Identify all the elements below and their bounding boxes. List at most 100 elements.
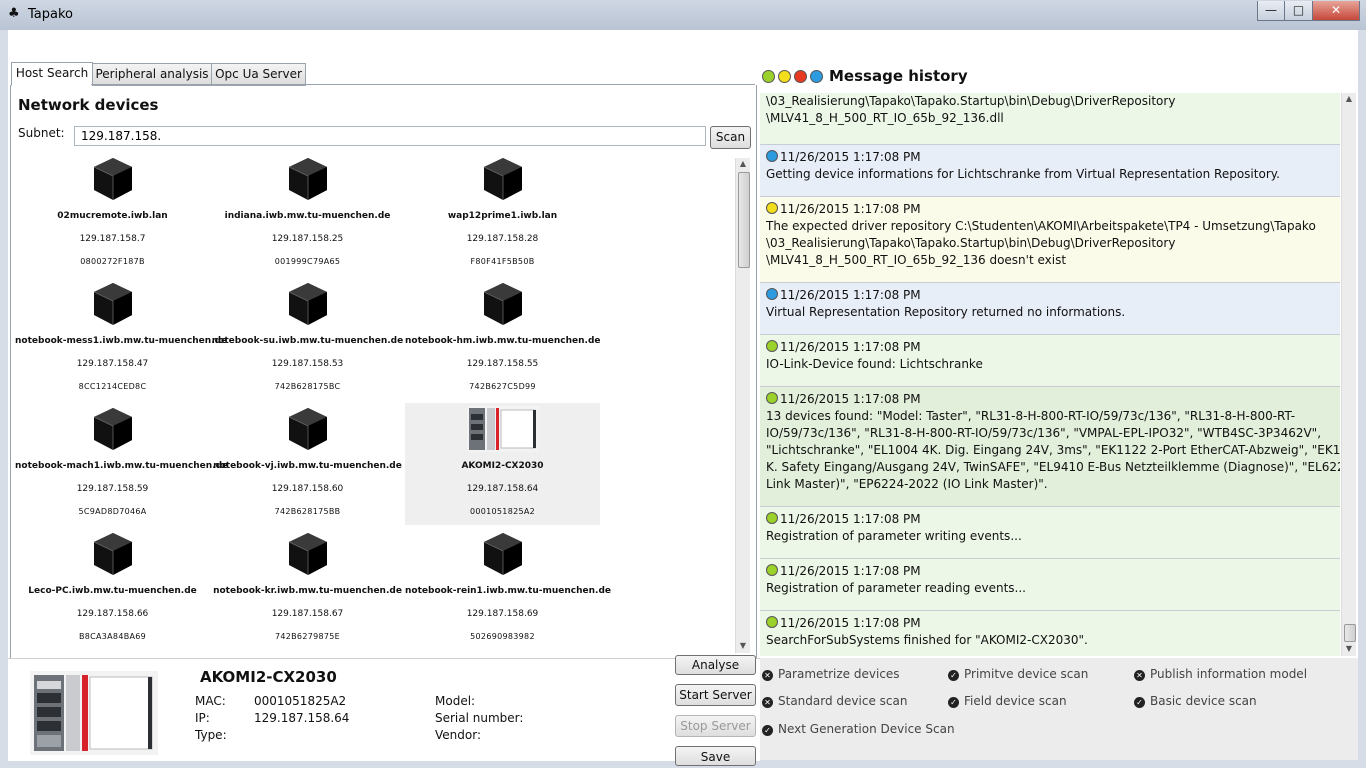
tab-opc-ua-server[interactable]: Opc Ua Server [211,63,306,86]
device-item[interactable]: notebook-kr.iwb.mw.tu-muenchen.de 129.187… [210,528,405,650]
status-dot-red-icon[interactable] [794,70,807,83]
message-text: Virtual Representation Repository return… [766,305,1126,319]
device-name: Leco-PC.iwb.mw.tu-muenchen.de [28,586,197,596]
device-ip: 129.187.158.7 [79,234,146,244]
detail-mac-label: MAC: [195,694,226,708]
device-item[interactable]: 02mucremote.iwb.lan 129.187.158.7 0800272F… [15,153,210,275]
device-item[interactable]: Leco-PC.iwb.mw.tu-muenchen.de 129.187.158… [15,528,210,650]
scan-button[interactable]: Scan [710,126,751,149]
close-button[interactable]: ✕ [1312,1,1360,21]
scrollbar-thumb[interactable] [1344,624,1356,642]
device-ip: 129.187.158.60 [271,484,344,494]
device-mac: 742B628175BB [274,507,341,516]
device-mac: 0800272F187B [80,257,145,266]
scroll-up-icon[interactable]: ▲ [736,158,750,170]
scroll-down-icon[interactable]: ▼ [1342,643,1356,655]
scan-option-checkbox[interactable]: ✓ Next Generation Device Scan [762,722,955,736]
network-device-icon [480,156,526,202]
device-item[interactable]: notebook-su.iwb.mw.tu-muenchen.de 129.187… [210,278,405,400]
device-item[interactable]: notebook-vj.iwb.mw.tu-muenchen.de 129.187… [210,403,405,525]
message-timestamp-row: 11/26/2015 1:17:08 PM [766,615,1340,632]
message-timestamp: 11/26/2015 1:17:08 PM [780,512,921,526]
stop-server-button[interactable]: Stop Server [675,715,756,737]
device-mac: 001999C79A65 [274,257,341,266]
device-mac: 742B627C5D99 [469,382,536,391]
detail-vendor-label: Vendor: [435,728,481,742]
device-name: wap12prime1.iwb.lan [447,211,558,221]
scan-option-checkbox[interactable]: ✓ Field device scan [948,694,1067,708]
scan-option-label: Standard device scan [778,694,908,708]
device-ip: 129.187.158.55 [466,359,539,369]
message-history-scrollbar[interactable]: ▲ ▼ [1341,93,1356,656]
message-timestamp: 11/26/2015 1:17:08 PM [780,564,921,578]
device-ip: 129.187.158.53 [271,359,344,369]
scan-option-checkbox[interactable]: ✓ Basic device scan [1134,694,1257,708]
check-icon: ✓ [948,697,959,708]
scan-option-label: Field device scan [964,694,1067,708]
device-mac: B8CA3A84BA69 [78,632,147,641]
device-name: notebook-rein1.iwb.mw.tu-muenchen.de [405,586,611,596]
scan-option-label: Primitve device scan [964,667,1089,681]
device-detail-panel [8,658,760,761]
scrollbar-thumb[interactable] [738,172,750,268]
tab-host-search[interactable]: Host Search [11,62,93,86]
device-item[interactable]: notebook-mess1.iwb.mw.tu-muenchen.de 129.… [15,278,227,400]
device-item[interactable]: wap12prime1.iwb.lan 129.187.158.28 F80F41F… [405,153,600,275]
scroll-up-icon[interactable]: ▲ [1342,93,1356,105]
start-server-button[interactable]: Start Server [675,684,756,706]
device-ip: 129.187.158.66 [76,609,149,619]
device-item[interactable]: AKOMI2-CX2030 129.187.158.64 0001051825A2 [405,403,600,525]
scan-option-checkbox[interactable]: ✓ Primitve device scan [948,667,1088,681]
message-text: 13 devices found: "Model: Taster", "RL31… [766,409,1296,423]
window-title: Tapako [28,7,73,22]
message-text: "Lichtschranke", "EL1004 4K. Dig. Eingan… [766,443,1340,457]
device-item[interactable]: notebook-hm.iwb.mw.tu-muenchen.de 129.187… [405,278,601,400]
message-entry: 11/26/2015 1:17:08 PM Getting device info… [760,145,1340,197]
network-device-icon [285,531,331,577]
message-timestamp: 11/26/2015 1:17:08 PM [780,288,921,302]
message-entry: \03_Realisierung\Tapako\Tapako.Startup\b… [760,93,1340,145]
status-dot-blue-icon[interactable] [810,70,823,83]
detail-device-title: AKOMI2-CX2030 [200,668,337,686]
tab-peripheral-analysis[interactable]: Peripheral analysis [92,63,212,86]
message-text: K. Safety Eingang/Ausgang 24V, TwinSAFE"… [766,460,1340,474]
subnet-input[interactable] [74,126,706,146]
message-text: IO-Link-Device found: Lichtschranke [766,357,983,371]
device-name: indiana.iwb.mw.tu-muenchen.de [224,211,391,221]
status-dot-green-icon [766,512,778,524]
status-dot-green-icon [766,616,778,628]
device-item[interactable]: indiana.iwb.mw.tu-muenchen.de 129.187.158… [210,153,405,275]
minimize-button[interactable]: — [1257,1,1285,21]
device-item[interactable]: notebook-mach1.iwb.mw.tu-muenchen.de 129.… [15,403,228,525]
device-list-scrollbar[interactable]: ▲ ▼ [735,158,750,653]
message-timestamp-row: 11/26/2015 1:17:08 PM [766,149,1340,166]
message-text: \MLV41_8_H_500_RT_IO_65b_92_136 doesn't … [766,253,1067,267]
scan-option-checkbox[interactable]: ✕ Publish information model [1134,667,1307,681]
status-dot-green-icon[interactable] [762,70,775,83]
message-entry: 11/26/2015 1:17:08 PM Virtual Representat… [760,283,1340,335]
scroll-down-icon[interactable]: ▼ [736,640,750,652]
status-dot-green-icon [766,564,778,576]
network-device-icon [90,281,136,327]
message-timestamp-row: 11/26/2015 1:17:08 PM [766,511,1340,528]
window-titlebar: ♣ Tapako — □ ✕ [0,0,1366,31]
message-entry: 11/26/2015 1:17:08 PM Registration of par… [760,507,1340,559]
maximize-button[interactable]: □ [1284,1,1313,21]
message-history-header: Message history [760,66,1358,90]
network-device-icon [90,156,136,202]
scan-option-label: Basic device scan [1150,694,1257,708]
scan-option-checkbox[interactable]: ✕ Standard device scan [762,694,907,708]
device-ip: 129.187.158.47 [76,359,149,369]
save-button[interactable]: Save [675,746,756,766]
device-name: notebook-hm.iwb.mw.tu-muenchen.de [405,336,601,346]
network-devices-heading: Network devices [18,96,159,114]
status-dot-green-icon [766,392,778,404]
scan-option-checkbox[interactable]: ✕ Parametrize devices [762,667,900,681]
detail-ip-label: IP: [195,711,210,725]
analyse-button[interactable]: Analyse [675,655,756,675]
message-timestamp-row: 11/26/2015 1:17:08 PM [766,563,1340,580]
status-dot-yellow-icon[interactable] [778,70,791,83]
message-text: Getting device informations for Lichtsch… [766,167,1280,181]
device-item[interactable]: notebook-rein1.iwb.mw.tu-muenchen.de 129.… [405,528,611,650]
message-history-list: \03_Realisierung\Tapako\Tapako.Startup\b… [760,93,1340,656]
